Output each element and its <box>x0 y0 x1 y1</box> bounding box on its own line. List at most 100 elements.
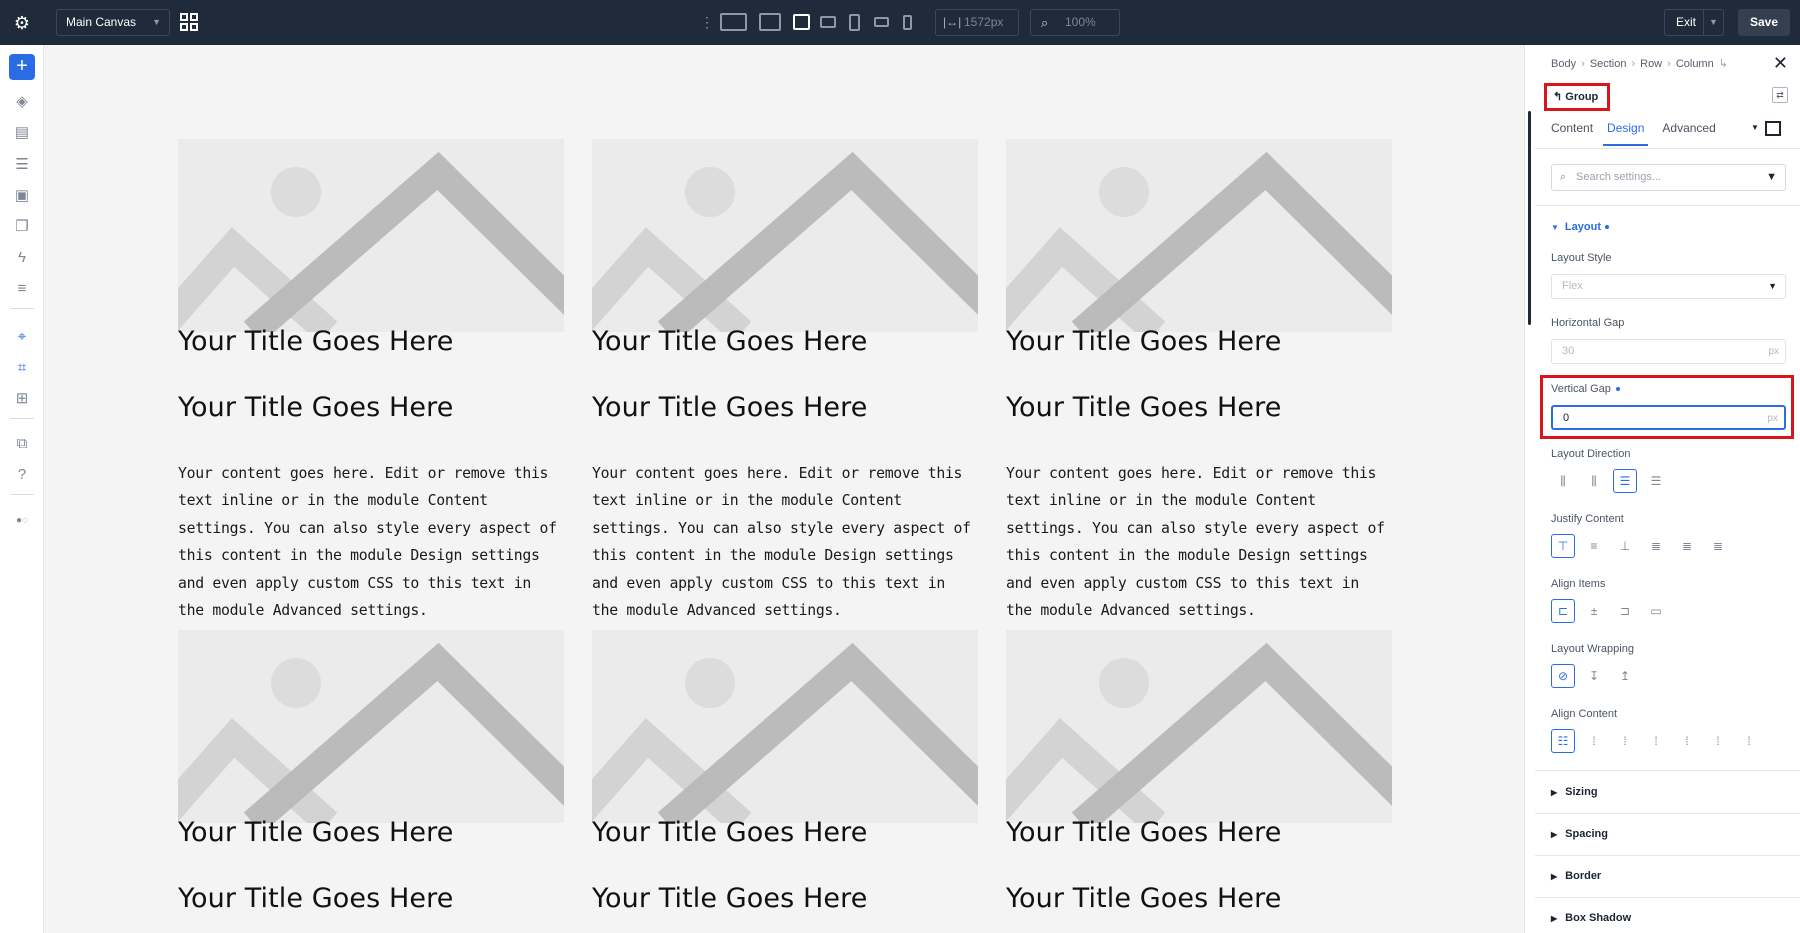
settings-panel-icon[interactable]: ⊞ <box>12 389 32 409</box>
preset-icon[interactable]: ⇄ <box>1772 87 1788 103</box>
horizontal-gap-placeholder: 30 <box>1562 345 1575 357</box>
align-content-evenly-icon[interactable]: ⁞ <box>1706 729 1730 753</box>
database-icon[interactable]: ☰ <box>12 155 32 175</box>
direction-column-icon[interactable]: ☰ <box>1613 469 1637 493</box>
page-settings-icon[interactable]: ▣ <box>12 186 32 206</box>
justify-center-icon[interactable]: ≡ <box>1582 534 1606 558</box>
justify-around-icon[interactable]: ≣ <box>1675 534 1699 558</box>
image-placeholder[interactable] <box>178 139 564 332</box>
align-content-stretch-icon[interactable]: ⁞ <box>1737 729 1761 753</box>
image-placeholder[interactable] <box>592 139 978 332</box>
sizing-section-toggle[interactable]: ▶ Sizing <box>1551 786 1598 798</box>
exit-button[interactable]: Exit ▼ <box>1664 9 1724 36</box>
wrap-icon[interactable]: ↧ <box>1582 664 1606 688</box>
align-content-start-icon[interactable]: ☷ <box>1551 729 1575 753</box>
card-subtitle: Your Title Goes Here <box>592 883 868 914</box>
settings-search-input[interactable]: ⌕ Search settings... ▼ <box>1551 164 1786 191</box>
wrap-reverse-icon[interactable]: ↥ <box>1613 664 1637 688</box>
align-content-around-icon[interactable]: ⁞ <box>1675 729 1699 753</box>
desktop-icon[interactable] <box>759 13 781 31</box>
card-title: Your Title Goes Here <box>178 817 454 848</box>
laptop-icon[interactable] <box>793 14 810 30</box>
drag-handle-icon[interactable]: ⋮ <box>700 13 714 31</box>
grid-icon[interactable] <box>180 13 198 31</box>
breadcrumb-column[interactable]: Column <box>1676 58 1714 70</box>
settings-tabs: Content Design Advanced <box>1551 121 1730 146</box>
image-placeholder[interactable] <box>178 630 564 823</box>
multi-select-icon[interactable]: ⌗ <box>12 358 32 378</box>
direction-row-reverse-icon[interactable]: ⫼ <box>1582 469 1606 493</box>
divider <box>10 308 34 309</box>
breadcrumb-row[interactable]: Row <box>1640 58 1662 70</box>
direction-row-icon[interactable]: ⫼ <box>1551 469 1575 493</box>
tab-content[interactable]: Content <box>1551 121 1593 146</box>
chevron-down-icon[interactable]: ▼ <box>1751 123 1759 132</box>
image-placeholder[interactable] <box>1006 630 1392 823</box>
image-placeholder[interactable] <box>592 630 978 823</box>
desktop-wide-icon[interactable] <box>720 13 747 31</box>
tab-design[interactable]: Design <box>1603 121 1649 146</box>
breadcrumb-body[interactable]: Body <box>1551 58 1576 70</box>
align-stretch-icon[interactable]: ▭ <box>1644 599 1668 623</box>
tablet-landscape-icon[interactable] <box>820 16 836 28</box>
phone-portrait-icon[interactable] <box>903 15 912 30</box>
divider <box>1535 148 1800 149</box>
add-icon[interactable]: + <box>9 54 35 80</box>
card-subtitle: Your Title Goes Here <box>178 883 454 914</box>
vertical-gap-input[interactable]: 0 px <box>1551 405 1786 430</box>
layout-style-select[interactable]: Flex ▼ <box>1551 274 1786 299</box>
align-content-label: Align Content <box>1551 708 1618 720</box>
filter-icon[interactable]: ▼ <box>1766 165 1777 190</box>
tab-advanced[interactable]: Advanced <box>1662 121 1715 146</box>
chevron-down-icon[interactable]: ▼ <box>1703 10 1723 35</box>
divider <box>10 494 34 495</box>
gear-icon[interactable]: ⚙ <box>10 11 34 35</box>
settings-panel: Body › Section › Row › Column ↳ ✕ ↰ Group ⇄ Con… <box>1524 45 1800 933</box>
justify-end-icon[interactable]: ⊥ <box>1613 534 1637 558</box>
lightning-icon[interactable]: ϟ <box>12 248 32 268</box>
direction-column-reverse-icon[interactable]: ☰ <box>1644 469 1668 493</box>
canvas-select[interactable]: Main Canvas ▼ <box>56 9 170 36</box>
align-content-center-icon[interactable]: ⁞ <box>1582 729 1606 753</box>
no-wrap-icon[interactable]: ⊘ <box>1551 664 1575 688</box>
scrollbar[interactable] <box>1528 111 1531 325</box>
close-icon[interactable]: ✕ <box>1773 53 1788 74</box>
justify-evenly-icon[interactable]: ≣ <box>1706 534 1730 558</box>
breadcrumb-section[interactable]: Section <box>1590 58 1627 70</box>
box-shadow-section-toggle[interactable]: ▶ Box Shadow <box>1551 912 1631 924</box>
divider <box>1535 205 1800 206</box>
help-icon[interactable]: ? <box>12 465 32 485</box>
horizontal-gap-input[interactable]: 30 px <box>1551 339 1786 364</box>
border-section-toggle[interactable]: ▶ Border <box>1551 870 1601 882</box>
left-sidebar: + ◈ ▤ ☰ ▣ ❐ ϟ ≡ ⌖ ⌗ ⊞ ⧉ ? ●◌ <box>0 45 44 933</box>
phone-landscape-icon[interactable] <box>874 17 889 27</box>
canvas-width-input[interactable]: |↔| 1572px <box>935 9 1019 36</box>
expand-panel-icon[interactable] <box>1765 121 1781 136</box>
save-button[interactable]: Save <box>1738 9 1790 36</box>
image-placeholder[interactable] <box>1006 139 1392 332</box>
click-select-icon[interactable]: ⌖ <box>12 327 32 347</box>
card-subtitle: Your Title Goes Here <box>1006 883 1282 914</box>
pages-icon[interactable]: ❐ <box>12 217 32 237</box>
layout-section-title: Layout <box>1564 221 1601 233</box>
tablet-portrait-icon[interactable] <box>849 14 860 31</box>
align-center-icon[interactable]: ± <box>1582 599 1606 623</box>
spacing-section-toggle[interactable]: ▶ Spacing <box>1551 828 1608 840</box>
layers-icon[interactable]: ◈ <box>12 92 32 112</box>
layout-section-toggle[interactable]: ▼ Layout <box>1551 221 1609 233</box>
toggle-icon[interactable]: ●◌ <box>12 511 32 531</box>
group-button[interactable]: ↰ Group <box>1544 83 1610 111</box>
justify-between-icon[interactable]: ≣ <box>1644 534 1668 558</box>
theme-builder-icon[interactable]: ▤ <box>12 123 32 143</box>
align-content-between-icon[interactable]: ⁞ <box>1644 729 1668 753</box>
card-subtitle: Your Title Goes Here <box>592 392 868 423</box>
top-toolbar: ⚙ Main Canvas ▼ ⋮ |↔| 1572px ⌕ 100% Exit… <box>0 0 1800 45</box>
align-end-icon[interactable]: ⊐ <box>1613 599 1637 623</box>
justify-start-icon[interactable]: ⊤ <box>1551 534 1575 558</box>
copy-icon[interactable]: ⧉ <box>12 434 32 454</box>
align-start-icon[interactable]: ⊏ <box>1551 599 1575 623</box>
sliders-icon[interactable]: ≡ <box>12 279 32 299</box>
layout-style-label: Layout Style <box>1551 252 1612 264</box>
align-content-end-icon[interactable]: ⁞ <box>1613 729 1637 753</box>
zoom-input[interactable]: ⌕ 100% <box>1030 9 1120 36</box>
